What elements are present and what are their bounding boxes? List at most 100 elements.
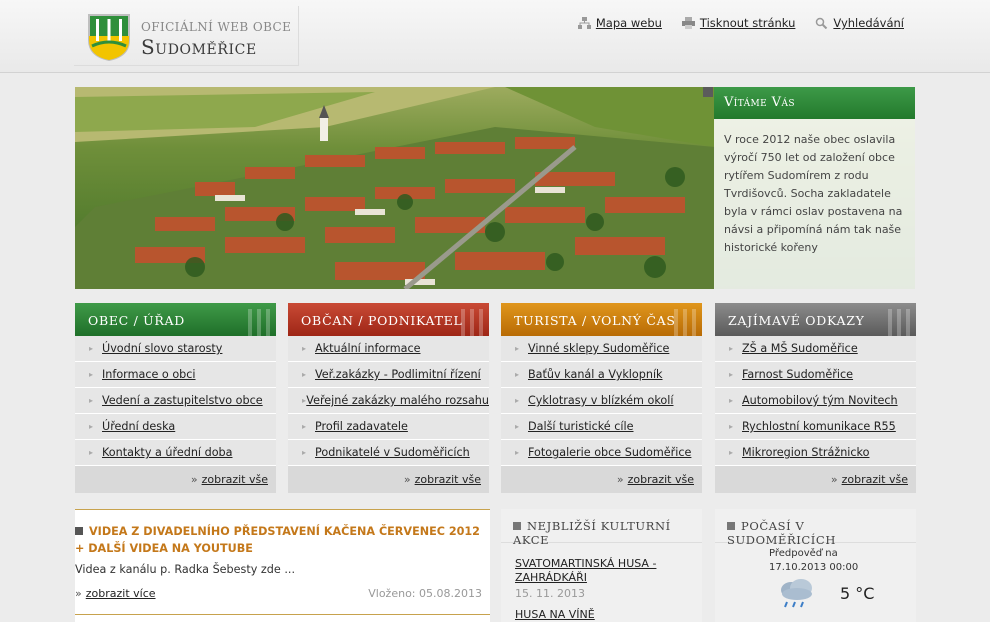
show-all-link[interactable]: zobrazit vše: [415, 473, 481, 486]
print-link-label[interactable]: Tisknout stránku: [700, 16, 795, 30]
list-item[interactable]: ▸ Rychlostní komunikace R55: [715, 414, 916, 440]
stripes-icon: [888, 309, 910, 336]
list-item[interactable]: ▸ Úvodní slovo starosty: [75, 336, 276, 362]
list-item-link[interactable]: Úřední deska: [102, 420, 175, 433]
stripes-icon: [248, 309, 270, 336]
list-item[interactable]: ▸ Fotogalerie obce Sudoměřice: [501, 440, 702, 466]
column-title: TURISTA / VOLNÝ ČAS: [514, 313, 676, 328]
list-item-link[interactable]: Informace o obci: [102, 368, 196, 381]
list-item-link[interactable]: Kontakty a úřední doba: [102, 446, 233, 459]
cloud-rain-icon: [781, 579, 812, 608]
arrow-icon: ▸: [515, 396, 520, 405]
arrow-icon: ▸: [729, 448, 734, 457]
site-title: Sudoměřice: [141, 35, 257, 59]
welcome-panel: Vítáme Vás V roce 2012 naše obec oslavil…: [714, 87, 915, 289]
show-all-link[interactable]: zobrazit vše: [628, 473, 694, 486]
double-arrow-icon: »: [190, 473, 198, 486]
column-obcan-podnikatel: OBČAN / PODNIKATEL ▸ Aktuální informace ▸…: [288, 303, 489, 493]
arrow-icon: ▸: [729, 396, 734, 405]
list-item[interactable]: ▸ Podnikatelé v Sudoměřicích: [288, 440, 489, 466]
list-item[interactable]: ▸ Baťův kanál a Vyklopník: [501, 362, 702, 388]
list-item-link[interactable]: Veř.zakázky - Podlimitní řízení: [315, 368, 481, 381]
list-item-link[interactable]: Podnikatelé v Sudoměřicích: [315, 446, 470, 459]
list-item[interactable]: ▸ Aktuální informace: [288, 336, 489, 362]
arrow-icon: ▸: [729, 422, 734, 431]
list-item[interactable]: ▸ Mikroregion Strážnicko: [715, 440, 916, 466]
sitemap-link-label[interactable]: Mapa webu: [596, 16, 662, 30]
events-title: NEJBLIŽŠÍ KULTURNÍ AKCE: [513, 519, 671, 547]
list-item-link[interactable]: Úvodní slovo starosty: [102, 342, 222, 355]
list-item-link[interactable]: Baťův kanál a Vyklopník: [528, 368, 663, 381]
site-subtitle: OFICIÁLNÍ WEB OBCE: [141, 20, 292, 34]
temperature: 5 °C: [840, 584, 875, 603]
coat-of-arms-icon: [88, 14, 130, 62]
news-title[interactable]: VIDEA Z DIVADELNÍHO PŘEDSTAVENÍ KAČENA Č…: [75, 523, 485, 557]
list-item[interactable]: ▸ Cyklotrasy v blízkém okolí: [501, 388, 702, 414]
list-item[interactable]: ▸ Další turistické cíle: [501, 414, 702, 440]
list-item-link[interactable]: Vinné sklepy Sudoměřice: [528, 342, 669, 355]
list-item-link[interactable]: Další turistické cíle: [528, 420, 634, 433]
event-link[interactable]: HUSA NA VÍNĚ: [515, 608, 595, 622]
arrow-icon: ▸: [302, 448, 307, 457]
list-item-link[interactable]: Automobilový tým Novitech: [742, 394, 898, 407]
list-item-link[interactable]: Cyklotrasy v blízkém okolí: [528, 394, 673, 407]
list-item[interactable]: ▸ ZŠ a MŠ Sudoměřice: [715, 336, 916, 362]
stripes-icon: [461, 309, 483, 336]
column-header[interactable]: TURISTA / VOLNÝ ČAS: [501, 303, 702, 336]
arrow-icon: ▸: [729, 344, 734, 353]
weather-header: POČASÍ V SUDOMĚŘICÍCH: [715, 509, 916, 547]
news-title-text[interactable]: VIDEA Z DIVADELNÍHO PŘEDSTAVENÍ KAČENA Č…: [75, 525, 480, 555]
list-item[interactable]: ▸ Veřejné zakázky malého rozsahu: [288, 388, 489, 414]
list-item-link[interactable]: Veřejné zakázky malého rozsahu: [306, 394, 489, 407]
list-item-link[interactable]: Vedení a zastupitelstvo obce: [102, 394, 263, 407]
sitemap-link[interactable]: Mapa webu: [577, 16, 662, 30]
search-link[interactable]: Vyhledávání: [815, 16, 904, 30]
show-more-link[interactable]: zobrazit více: [86, 587, 156, 600]
site-logo[interactable]: OFICIÁLNÍ WEB OBCE Sudoměřice: [74, 6, 299, 66]
column-header[interactable]: OBČAN / PODNIKATEL: [288, 303, 489, 336]
news-excerpt: Videa z kanálu p. Radka Šebesty zde ...: [75, 563, 296, 576]
column-obec-urad: OBEC / ÚŘAD ▸ Úvodní slovo starosty ▸ Info…: [75, 303, 276, 493]
forecast-time: 17.10.2013 00:00: [769, 562, 859, 573]
list-item[interactable]: ▸ Vedení a zastupitelstvo obce: [75, 388, 276, 414]
search-icon: [816, 17, 828, 29]
stripes-icon: [674, 309, 696, 336]
list-item-link[interactable]: Rychlostní komunikace R55: [742, 420, 896, 433]
list-item[interactable]: ▸ Kontakty a úřední doba: [75, 440, 276, 466]
show-all-link[interactable]: zobrazit vše: [202, 473, 268, 486]
list-item-link[interactable]: Farnost Sudoměřice: [742, 368, 853, 381]
list-item-link[interactable]: ZŠ a MŠ Sudoměřice: [742, 342, 858, 355]
double-arrow-icon: »: [75, 587, 82, 600]
events-box: NEJBLIŽŠÍ KULTURNÍ AKCE SVATOMARTINSKÁ H…: [501, 509, 702, 622]
column-footer: » zobrazit vše: [75, 466, 276, 493]
list-item[interactable]: ▸ Vinné sklepy Sudoměřice: [501, 336, 702, 362]
top-bar: OFICIÁLNÍ WEB OBCE Sudoměřice Mapa webu …: [0, 0, 990, 73]
search-link-label[interactable]: Vyhledávání: [833, 16, 904, 30]
column-footer: » zobrazit vše: [501, 466, 702, 493]
arrow-icon: ▸: [302, 422, 307, 431]
column-header[interactable]: OBEC / ÚŘAD: [75, 303, 276, 336]
list-item-link[interactable]: Aktuální informace: [315, 342, 421, 355]
column-footer: » zobrazit vše: [288, 466, 489, 493]
list-item[interactable]: ▸ Profil zadavatele: [288, 414, 489, 440]
list-item[interactable]: ▸ Automobilový tým Novitech: [715, 388, 916, 414]
event-date: 15. 11. 2013: [515, 587, 585, 600]
list-item[interactable]: ▸ Úřední deska: [75, 414, 276, 440]
list-item-link[interactable]: Profil zadavatele: [315, 420, 408, 433]
print-link[interactable]: Tisknout stránku: [681, 16, 795, 30]
arrow-icon: ▸: [89, 344, 94, 353]
list-item[interactable]: ▸ Informace o obci: [75, 362, 276, 388]
news-date: Vloženo: 05.08.2013: [368, 587, 482, 600]
list-item[interactable]: ▸ Farnost Sudoměřice: [715, 362, 916, 388]
forecast-info: Předpověď na 17.10.2013 00:00: [769, 547, 858, 575]
bullet-icon: [513, 522, 521, 530]
event-link[interactable]: SVATOMARTINSKÁ HUSA - ZAHRÁDKÁŘI: [515, 557, 702, 585]
list-item[interactable]: ▸ Veř.zakázky - Podlimitní řízení: [288, 362, 489, 388]
show-all-link[interactable]: zobrazit vše: [842, 473, 908, 486]
list-item-link[interactable]: Mikroregion Strážnicko: [742, 446, 869, 459]
column-header[interactable]: ZAJÍMAVÉ ODKAZY: [715, 303, 916, 336]
bullet-icon: [75, 527, 83, 535]
news-article: VIDEA Z DIVADELNÍHO PŘEDSTAVENÍ KAČENA Č…: [75, 509, 490, 622]
list-item-link[interactable]: Fotogalerie obce Sudoměřice: [528, 446, 691, 459]
weather-box: POČASÍ V SUDOMĚŘICÍCH Předpověď na 17.10…: [715, 509, 916, 622]
